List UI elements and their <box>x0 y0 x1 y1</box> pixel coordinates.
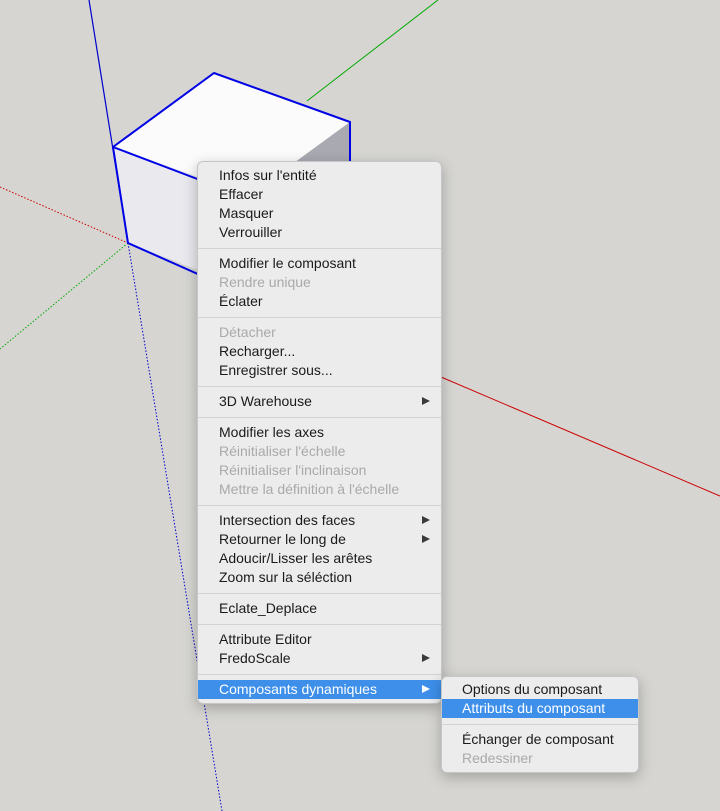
submenu-arrow-icon <box>422 535 430 543</box>
menu-item-label: FredoScale <box>219 650 291 666</box>
menu-item-label: 3D Warehouse <box>219 393 312 409</box>
menu-item-label: Éclater <box>219 293 263 309</box>
menu-item-label: Enregistrer sous... <box>219 362 333 378</box>
submenu-arrow-icon <box>422 654 430 662</box>
submenu-arrow-icon <box>422 685 430 693</box>
menu-item-label: Échanger de composant <box>462 731 614 747</box>
menu-item-label: Réinitialiser l'inclinaison <box>219 462 367 478</box>
menu-separator <box>198 624 441 625</box>
menu-separator <box>198 386 441 387</box>
menu-item-label: Réinitialiser l'échelle <box>219 443 346 459</box>
submenu-item-component-attributes[interactable]: Attributs du composant <box>442 699 638 718</box>
menu-separator <box>198 317 441 318</box>
menu-separator <box>198 505 441 506</box>
menu-item-label: Attribute Editor <box>219 631 312 647</box>
menu-separator <box>198 248 441 249</box>
green-axis-line <box>306 0 439 102</box>
menu-item-label: Recharger... <box>219 343 296 359</box>
menu-item-detach[interactable]: Détacher <box>198 323 441 342</box>
menu-item-lock[interactable]: Verrouiller <box>198 223 441 242</box>
menu-item-scale-definition[interactable]: Mettre la définition à l'échelle <box>198 480 441 499</box>
menu-item-label: Verrouiller <box>219 224 283 240</box>
menu-item-eclate-deplace[interactable]: Eclate_Deplace <box>198 599 441 618</box>
menu-item-label: Détacher <box>219 324 276 340</box>
submenu-arrow-icon <box>422 516 430 524</box>
context-menu: Infos sur l'entité Effacer Masquer Verro… <box>197 161 442 704</box>
menu-item-save-as[interactable]: Enregistrer sous... <box>198 361 441 380</box>
menu-item-dynamic-components[interactable]: Composants dynamiques <box>198 680 441 699</box>
menu-item-label: Redessiner <box>462 750 533 766</box>
menu-item-reset-skew[interactable]: Réinitialiser l'inclinaison <box>198 461 441 480</box>
red-axis-dotted-line <box>0 186 129 244</box>
menu-item-attribute-editor[interactable]: Attribute Editor <box>198 630 441 649</box>
menu-item-label: Effacer <box>219 186 264 202</box>
menu-item-label: Zoom sur la séléction <box>219 569 353 585</box>
menu-item-label: Masquer <box>219 205 274 221</box>
menu-item-label: Modifier le composant <box>219 255 356 271</box>
submenu-item-redraw[interactable]: Redessiner <box>442 749 638 768</box>
menu-item-label: Options du composant <box>462 681 603 697</box>
menu-item-reset-scale[interactable]: Réinitialiser l'échelle <box>198 442 441 461</box>
menu-item-entity-info[interactable]: Infos sur l'entité <box>198 166 441 185</box>
menu-item-label: Attributs du composant <box>462 700 606 716</box>
submenu-item-swap-component[interactable]: Échanger de composant <box>442 730 638 749</box>
menu-separator <box>198 417 441 418</box>
menu-item-label: Rendre unique <box>219 274 311 290</box>
submenu-arrow-icon <box>422 397 430 405</box>
menu-item-zoom-selection[interactable]: Zoom sur la séléction <box>198 568 441 587</box>
red-axis-line <box>440 376 720 497</box>
menu-item-3d-warehouse[interactable]: 3D Warehouse <box>198 392 441 411</box>
menu-item-label: Infos sur l'entité <box>219 167 317 183</box>
dynamic-components-submenu: Options du composant Attributs du compos… <box>441 676 639 773</box>
menu-item-make-unique[interactable]: Rendre unique <box>198 273 441 292</box>
menu-separator <box>442 724 638 725</box>
green-axis-dotted-line <box>0 242 129 350</box>
menu-item-change-axes[interactable]: Modifier les axes <box>198 423 441 442</box>
menu-item-label: Composants dynamiques <box>219 681 377 697</box>
menu-item-label: Intersection des faces <box>219 512 356 528</box>
menu-item-hide[interactable]: Masquer <box>198 204 441 223</box>
menu-item-soften-edges[interactable]: Adoucir/Lisser les arêtes <box>198 549 441 568</box>
menu-separator <box>198 674 441 675</box>
menu-item-flip-along[interactable]: Retourner le long de <box>198 530 441 549</box>
menu-item-label: Adoucir/Lisser les arêtes <box>219 550 373 566</box>
menu-item-intersect-faces[interactable]: Intersection des faces <box>198 511 441 530</box>
menu-item-reload[interactable]: Recharger... <box>198 342 441 361</box>
menu-item-label: Mettre la définition à l'échelle <box>219 481 400 497</box>
menu-item-edit-component[interactable]: Modifier le composant <box>198 254 441 273</box>
menu-item-label: Retourner le long de <box>219 531 346 547</box>
menu-item-label: Eclate_Deplace <box>219 600 318 616</box>
submenu-item-component-options[interactable]: Options du composant <box>442 680 638 699</box>
menu-item-fredoscale[interactable]: FredoScale <box>198 649 441 668</box>
menu-item-explode[interactable]: Éclater <box>198 292 441 311</box>
menu-item-erase[interactable]: Effacer <box>198 185 441 204</box>
menu-item-label: Modifier les axes <box>219 424 325 440</box>
menu-separator <box>198 593 441 594</box>
